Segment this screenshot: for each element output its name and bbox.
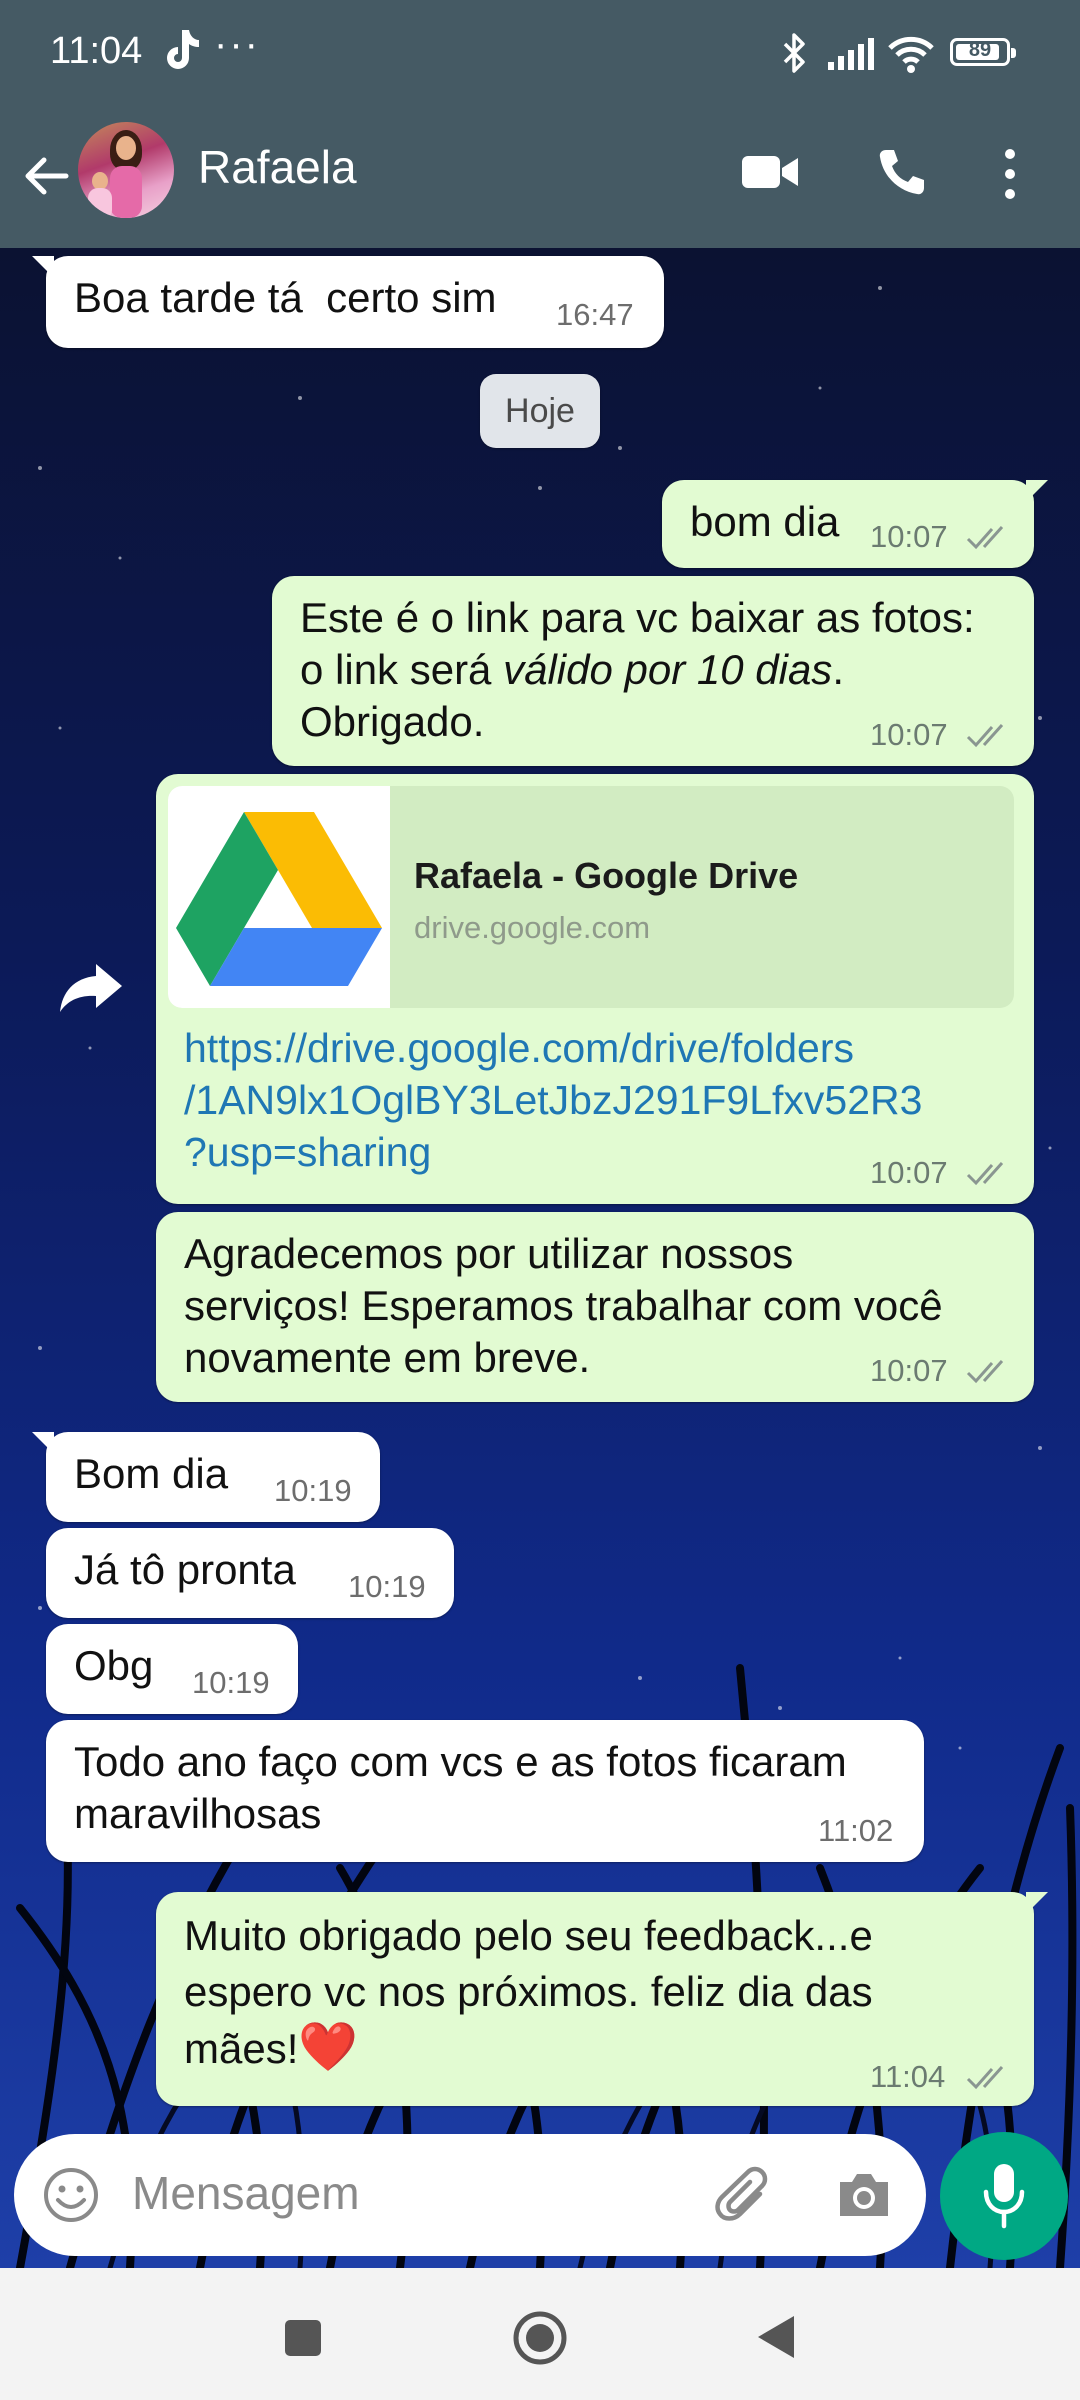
link-preview-card[interactable]: Rafaela - Google Drive drive.google.com <box>168 786 1014 1008</box>
battery-level: 89 <box>968 39 992 61</box>
voice-call-icon[interactable] <box>876 146 928 198</box>
message-time: 10:07 <box>870 1155 948 1190</box>
message-bubble-incoming[interactable]: Boa tarde tá certo sim 16:47 <box>32 256 664 348</box>
mic-icon <box>983 2164 1025 2229</box>
emoji-icon[interactable] <box>42 2166 100 2224</box>
double-check-icon <box>966 1359 1004 1384</box>
message-bubble-link[interactable]: Rafaela - Google Drive drive.google.com … <box>156 774 1034 1204</box>
message-input-bar[interactable]: Mensagem <box>14 2134 926 2256</box>
link-preview-title: Rafaela - Google Drive <box>414 855 799 896</box>
message-time: 10:07 <box>870 1353 948 1388</box>
message-text: Boa tarde tá certo sim <box>74 274 497 321</box>
link-preview-domain: drive.google.com <box>414 910 651 945</box>
signal-icon <box>828 38 874 70</box>
message-text: Bom dia <box>74 1450 229 1497</box>
message-time: 11:04 <box>870 2059 946 2094</box>
menu-icon[interactable] <box>1002 144 1018 204</box>
message-time: 10:19 <box>192 1665 270 1700</box>
message-bubble-incoming[interactable]: Obg 10:19 <box>46 1624 298 1714</box>
nav-back-button[interactable] <box>756 2314 796 2360</box>
heart-emoji-icon: ❤️ <box>298 2021 359 2074</box>
status-time: 11:04 <box>50 30 143 72</box>
video-call-icon[interactable] <box>740 150 800 194</box>
message-bubble-incoming[interactable]: Bom dia 10:19 <box>32 1432 380 1522</box>
tiktok-icon <box>167 30 199 69</box>
back-arrow-icon[interactable] <box>20 150 72 202</box>
message-time: 10:19 <box>348 1569 426 1604</box>
message-time: 11:02 <box>818 1813 894 1848</box>
forward-icon[interactable] <box>56 960 126 1016</box>
message-text: Agradecemos por utilizar nossos serviços… <box>184 1230 943 1381</box>
message-text: Obg <box>74 1642 154 1689</box>
camera-icon[interactable] <box>836 2168 892 2220</box>
contact-name[interactable]: Rafaela <box>198 140 357 194</box>
message-input[interactable]: Mensagem <box>132 2166 360 2220</box>
day-separator: Hoje <box>480 374 600 448</box>
battery-icon: 89 <box>950 38 1016 66</box>
system-nav-bar <box>0 2268 1080 2400</box>
message-bubble-incoming[interactable]: Já tô pronta 10:19 <box>46 1528 454 1618</box>
status-more-indicator: ··· <box>214 22 260 66</box>
message-time: 10:19 <box>274 1473 352 1508</box>
message-bubble-outgoing[interactable]: bom dia 10:07 <box>662 480 1048 568</box>
message-text: bom dia <box>690 498 840 545</box>
message-bubble-outgoing[interactable]: Este é o link para vc baixar as fotos: o… <box>272 576 1034 766</box>
bluetooth-icon <box>783 33 805 73</box>
message-time: 16:47 <box>556 297 634 332</box>
double-check-icon <box>966 723 1004 748</box>
message-line: Este é o link para vc baixar as fotos: <box>300 594 975 641</box>
message-bubble-outgoing[interactable]: Agradecemos por utilizar nossos serviços… <box>156 1212 1034 1402</box>
home-button[interactable] <box>512 2310 568 2366</box>
message-text: Todo ano faço com vcs e as fotos ficaram… <box>74 1738 847 1837</box>
message-text: Muito obrigado pelo seu feedback...e esp… <box>184 1912 873 2072</box>
double-check-icon <box>966 1161 1004 1186</box>
message-time: 10:07 <box>870 519 948 554</box>
voice-record-button[interactable] <box>940 2132 1068 2260</box>
google-drive-logo <box>168 786 390 1008</box>
message-link-url[interactable]: https://drive.google.com/drive/folders /… <box>184 1022 922 1178</box>
double-check-icon <box>966 2065 1004 2090</box>
message-italic-text: válido por 10 dias <box>503 646 833 693</box>
status-bar: 11:04 ··· 89 <box>0 0 1080 110</box>
message-line: o link será válido por 10 dias. <box>300 646 844 693</box>
contact-avatar[interactable] <box>78 122 174 218</box>
recents-button[interactable] <box>285 2320 321 2356</box>
message-text: Já tô pronta <box>74 1546 296 1593</box>
double-check-icon <box>966 525 1004 550</box>
message-bubble-incoming[interactable]: Todo ano faço com vcs e as fotos ficaram… <box>46 1720 924 1862</box>
attach-icon[interactable] <box>714 2164 774 2226</box>
wifi-icon <box>888 36 934 73</box>
message-time: 10:07 <box>870 717 948 752</box>
chat-header: Rafaela <box>0 110 1080 248</box>
message-bubble-outgoing[interactable]: Muito obrigado pelo seu feedback...e esp… <box>156 1892 1048 2106</box>
